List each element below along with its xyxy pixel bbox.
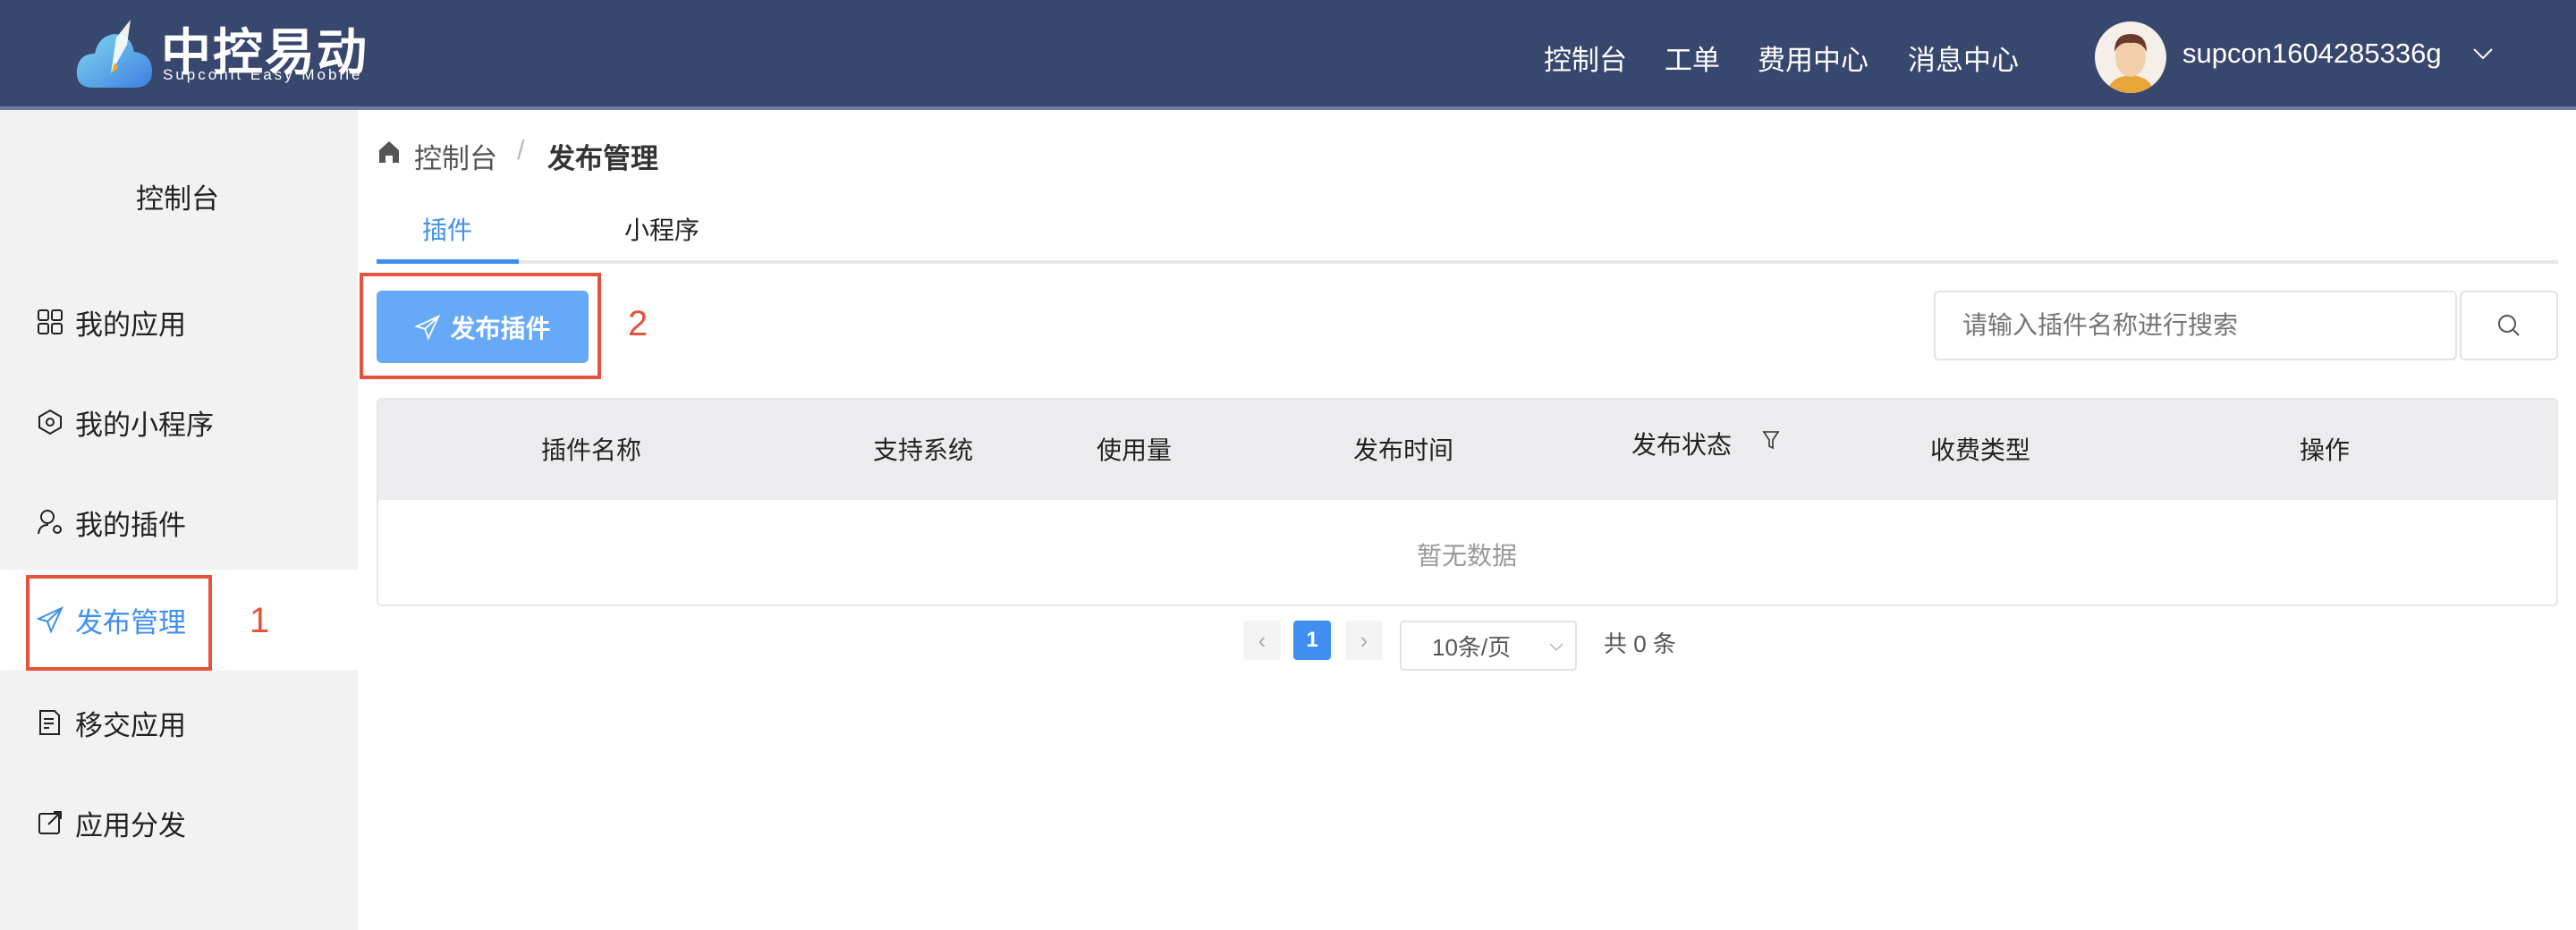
sidebar-item-label: 应用分发 — [75, 809, 186, 841]
plugins-table — [377, 398, 2558, 606]
breadcrumb-current: 发布管理 — [547, 143, 658, 174]
share-icon — [38, 811, 62, 834]
username[interactable]: supcon1604285336g — [2182, 38, 2442, 70]
top-header: 中控易动 Supconit Easy Mobile 控制台 工单 费用中心 消息… — [0, 0, 2576, 110]
page-1-button[interactable]: 1 — [1293, 621, 1331, 660]
nav-console[interactable]: 控制台 — [1544, 38, 1627, 78]
sidebar: 控制台 我的应用 我的小程序 我的插件 发布管理 移交应用 应用分发 — [0, 110, 358, 930]
sidebar-item-my-mini-programs[interactable]: 我的小程序 — [0, 372, 358, 472]
logo-subtitle: Supconit Easy Mobile — [163, 66, 363, 83]
annotation-box-1 — [26, 575, 212, 671]
sidebar-item-transfer-apps[interactable]: 移交应用 — [0, 672, 358, 773]
logo-icon — [76, 20, 152, 88]
avatar[interactable] — [2095, 21, 2166, 93]
transfer-doc-icon — [39, 710, 60, 735]
nav-messages[interactable]: 消息中心 — [1908, 38, 2019, 78]
sidebar-item-label: 我的小程序 — [75, 409, 214, 441]
annotation-number-1: 1 — [250, 601, 270, 640]
tab-plugins[interactable]: 插件 — [422, 211, 472, 247]
chevron-down-icon — [1549, 643, 1563, 652]
empty-table-text: 暂无数据 — [1416, 542, 1518, 570]
annotation-box-2 — [360, 273, 601, 379]
nav-billing[interactable]: 费用中心 — [1758, 38, 1868, 78]
column-header-supported-os: 支持系统 — [872, 436, 974, 464]
table-header — [378, 400, 2556, 500]
sidebar-title: 控制台 — [136, 183, 219, 215]
search-button[interactable] — [2460, 291, 2558, 360]
sidebar-item-my-apps[interactable]: 我的应用 — [0, 272, 358, 372]
breadcrumb-home[interactable]: 控制台 — [414, 136, 497, 176]
filter-icon[interactable] — [1762, 429, 1780, 451]
column-header-plugin-name: 插件名称 — [540, 436, 642, 464]
home-icon[interactable] — [377, 140, 401, 165]
next-page-button[interactable]: › — [1345, 621, 1383, 660]
sidebar-item-app-distribution[interactable]: 应用分发 — [0, 773, 358, 873]
page-size-value: 10条/页 — [1432, 633, 1512, 661]
tab-active-indicator — [377, 259, 519, 264]
tabs-divider — [377, 260, 2558, 264]
tab-mini-programs[interactable]: 小程序 — [624, 211, 699, 247]
plugin-search-input[interactable] — [1934, 291, 2457, 360]
chevron-left-icon: ‹ — [1258, 626, 1267, 654]
sidebar-item-label: 移交应用 — [75, 709, 186, 741]
column-header-publish-time: 发布时间 — [1352, 436, 1454, 464]
grid-icon — [38, 309, 63, 334]
breadcrumb-separator: / — [517, 134, 525, 165]
sidebar-item-label: 我的插件 — [75, 509, 186, 541]
column-header-actions: 操作 — [2299, 436, 2351, 464]
sidebar-item-label: 我的应用 — [75, 309, 186, 341]
annotation-number-2: 2 — [628, 304, 648, 343]
sidebar-item-my-plugins[interactable]: 我的插件 — [0, 472, 358, 572]
total-count: 共 0 条 — [1604, 630, 1676, 657]
column-header-publish-status: 发布状态 — [1631, 431, 1733, 459]
column-header-charge-type: 收费类型 — [1929, 436, 2031, 464]
search-icon — [2498, 315, 2520, 336]
nav-ticket[interactable]: 工单 — [1665, 38, 1720, 78]
column-header-usage: 使用量 — [1096, 436, 1173, 464]
page-size-select[interactable]: 10条/页 — [1400, 621, 1577, 671]
chevron-down-icon[interactable] — [2472, 46, 2494, 61]
prev-page-button[interactable]: ‹ — [1243, 621, 1281, 660]
chevron-right-icon: › — [1360, 626, 1368, 654]
user-plugin-icon — [38, 510, 62, 535]
mini-program-icon — [38, 409, 62, 435]
